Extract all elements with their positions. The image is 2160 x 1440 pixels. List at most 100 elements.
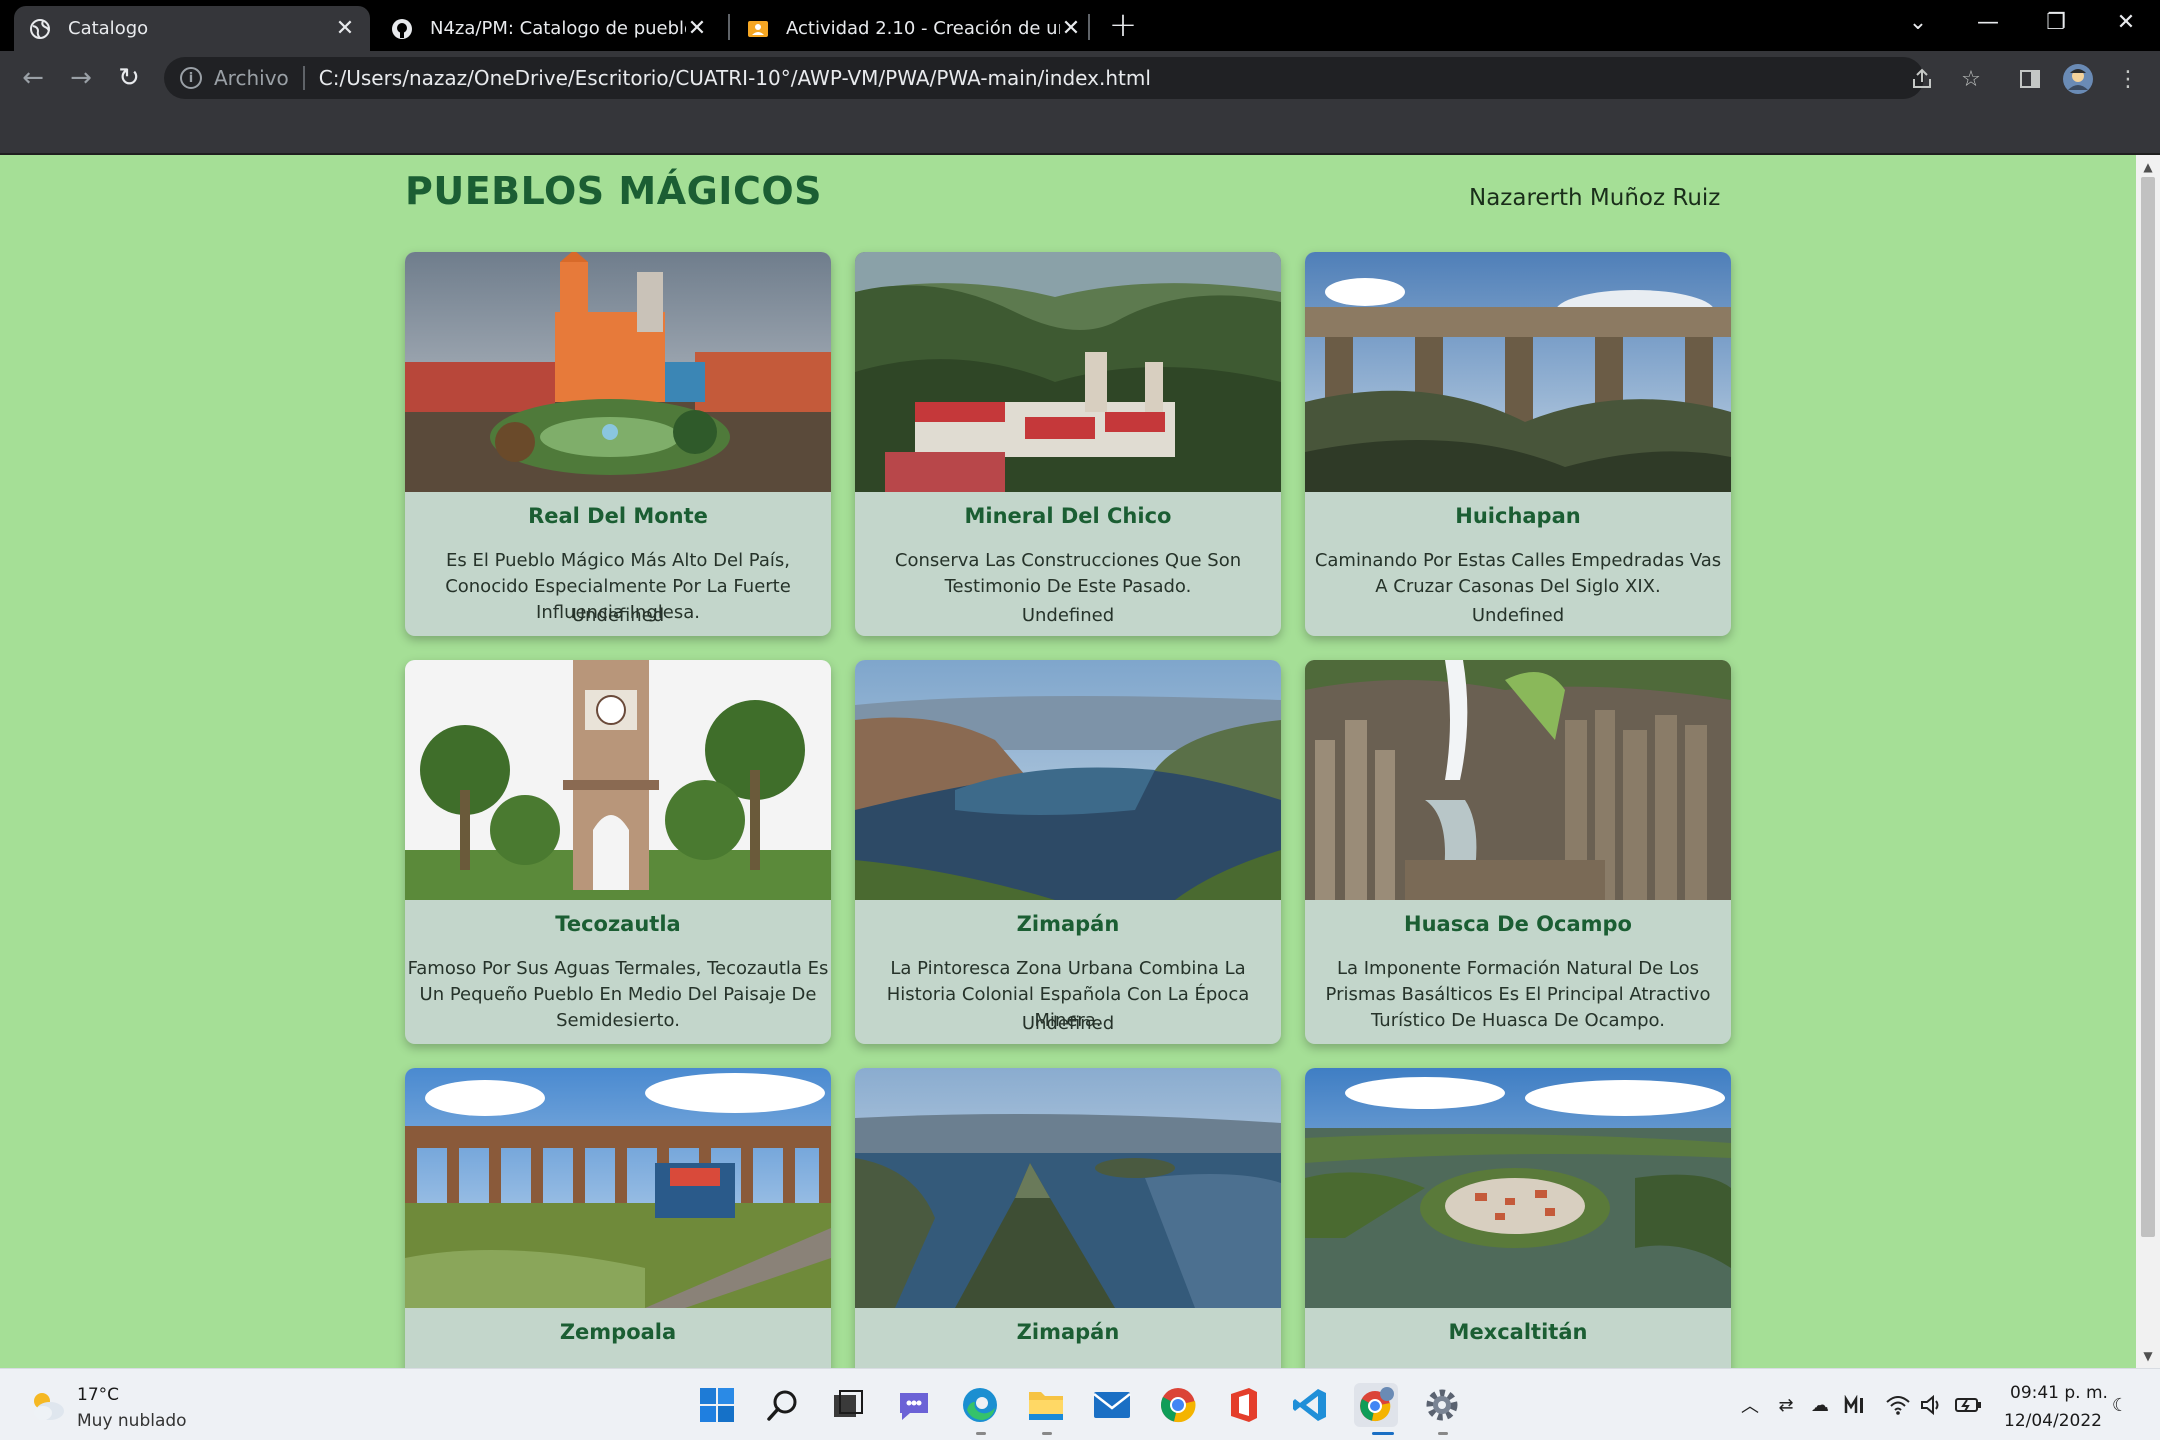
- running-indicator: [1042, 1432, 1052, 1435]
- page-scrollbar[interactable]: ▲ ▼: [2136, 155, 2160, 1368]
- do-not-disturb-moon-icon[interactable]: ☾: [2106, 1391, 2134, 1419]
- pueblo-card[interactable]: Mineral Del Chico Conserva Las Construcc…: [855, 252, 1281, 636]
- address-scheme-label: Archivo: [214, 66, 289, 90]
- running-indicator: [976, 1432, 986, 1435]
- minimize-icon[interactable]: —: [1958, 0, 2018, 44]
- language-bar-icon[interactable]: [1842, 1391, 1870, 1419]
- partly-cloudy-icon[interactable]: [28, 1389, 68, 1423]
- info-icon[interactable]: i: [180, 67, 202, 89]
- reload-icon[interactable]: ↻: [112, 61, 146, 95]
- weather-temperature[interactable]: 17°C: [77, 1385, 119, 1405]
- classroom-icon: [746, 17, 770, 41]
- card-title: Real Del Monte: [528, 504, 708, 528]
- task-view-icon[interactable]: [826, 1383, 870, 1427]
- file-explorer-icon[interactable]: [1024, 1383, 1068, 1427]
- pueblo-card[interactable]: Tecozautla Famoso Por Sus Aguas Termales…: [405, 660, 831, 1044]
- search-icon[interactable]: [761, 1383, 805, 1427]
- onedrive-cloud-icon[interactable]: ☁: [1806, 1391, 1834, 1419]
- close-icon[interactable]: ✕: [1060, 16, 1082, 41]
- clock-time[interactable]: 09:41 p. m.: [2010, 1383, 2108, 1403]
- pueblo-card[interactable]: Mexcaltitán: [1305, 1068, 1731, 1368]
- card-status: Undefined: [571, 605, 665, 626]
- tab-strip: Catalogo ✕ N4za/PM: Catalogo de pueblos …: [0, 0, 2160, 51]
- tab-title: Catalogo: [68, 18, 149, 39]
- tab-github[interactable]: N4za/PM: Catalogo de pueblos m ✕: [376, 6, 722, 51]
- scroll-thumb[interactable]: [2141, 177, 2155, 1237]
- tab-title: Actividad 2.10 - Creación de una: [786, 18, 1060, 39]
- more-menu-icon[interactable]: ⋮: [2112, 63, 2144, 95]
- card-image-zempoala: [405, 1068, 831, 1308]
- card-status: Undefined: [1021, 1013, 1115, 1034]
- settings-gear-icon[interactable]: [1420, 1383, 1464, 1427]
- mail-icon[interactable]: [1090, 1383, 1134, 1427]
- card-title: Zempoala: [559, 1320, 677, 1344]
- clock-date[interactable]: 12/04/2022: [2004, 1411, 2102, 1431]
- github-icon: [390, 17, 414, 41]
- windows-taskbar: 17°C Muy nublado ︿ ⇄ ☁ 09:41 p. m. 12/04…: [0, 1368, 2160, 1440]
- weather-description[interactable]: Muy nublado: [77, 1411, 187, 1431]
- chrome-icon[interactable]: [1156, 1383, 1200, 1427]
- restore-icon[interactable]: ❐: [2026, 0, 2086, 44]
- card-title: Huasca De Ocampo: [1404, 912, 1632, 936]
- card-image-huichapan: [1305, 252, 1731, 492]
- back-arrow-icon[interactable]: ←: [16, 61, 50, 95]
- card-image-zimapan: [855, 660, 1281, 900]
- share-icon[interactable]: [1906, 63, 1938, 95]
- card-image-real-del-monte: [405, 252, 831, 492]
- office-icon[interactable]: [1222, 1383, 1266, 1427]
- pueblo-card[interactable]: Zimapán: [855, 1068, 1281, 1368]
- card-description: Caminando Por Estas Calles Empedradas Va…: [1314, 550, 1722, 597]
- address-url[interactable]: C:/Users/nazaz/OneDrive/Escritorio/CUATR…: [319, 66, 1151, 90]
- vscode-icon[interactable]: [1288, 1383, 1332, 1427]
- tab-search-chevron-icon[interactable]: ⌄: [1888, 0, 1948, 44]
- close-icon[interactable]: ✕: [334, 16, 356, 41]
- battery-charging-icon[interactable]: [1954, 1391, 1982, 1419]
- bookmark-star-icon[interactable]: ☆: [1955, 63, 1987, 95]
- side-panel-icon[interactable]: [2014, 63, 2046, 95]
- pueblo-card[interactable]: Real Del Monte Es El Pueblo Mágico Más A…: [405, 252, 831, 636]
- address-divider: [302, 66, 305, 90]
- card-image-tecozautla: [405, 660, 831, 900]
- card-title: Zimapán: [1016, 1320, 1120, 1344]
- address-bar[interactable]: i Archivo C:/Users/nazaz/OneDrive/Escrit…: [164, 57, 1924, 99]
- scroll-down-icon[interactable]: ▼: [2136, 1346, 2160, 1366]
- running-indicator: [1438, 1432, 1448, 1435]
- windows-start-icon[interactable]: [695, 1383, 739, 1427]
- profile-avatar[interactable]: [2062, 63, 2094, 95]
- wifi-icon[interactable]: [1884, 1391, 1912, 1419]
- close-icon[interactable]: ✕: [686, 16, 708, 41]
- card-status: Undefined: [1471, 605, 1565, 626]
- volume-icon[interactable]: [1918, 1391, 1946, 1419]
- new-tab-button[interactable]: +: [1107, 8, 1139, 42]
- card-image-mineral-del-chico: [855, 252, 1281, 492]
- close-window-icon[interactable]: ✕: [2096, 0, 2156, 44]
- tab-catalogo[interactable]: Catalogo ✕: [14, 6, 370, 51]
- tab-classroom[interactable]: Actividad 2.10 - Creación de una ✕: [732, 6, 1096, 51]
- chrome-profile-icon[interactable]: [1354, 1383, 1398, 1427]
- edge-browser-icon[interactable]: [958, 1383, 1002, 1427]
- scroll-up-icon[interactable]: ▲: [2136, 157, 2160, 177]
- pueblo-card[interactable]: Huichapan Caminando Por Estas Calles Emp…: [1305, 252, 1731, 636]
- tab-title: N4za/PM: Catalogo de pueblos m: [430, 18, 686, 39]
- card-description: La Imponente Formación Natural De Los Pr…: [1325, 958, 1711, 1031]
- active-indicator: [1372, 1432, 1394, 1435]
- network-transfer-icon[interactable]: ⇄: [1772, 1391, 1800, 1419]
- tab-separator: [1088, 14, 1090, 40]
- card-title: Mexcaltitán: [1448, 1320, 1588, 1344]
- card-image-mexcaltitan: [1305, 1068, 1731, 1308]
- chevron-up-icon[interactable]: ︿: [1736, 1391, 1764, 1419]
- page-author: Nazarerth Muñoz Ruiz: [1469, 185, 1721, 211]
- bookmark-bar: [0, 105, 2160, 155]
- card-description: Famoso Por Sus Aguas Termales, Tecozautl…: [407, 958, 829, 1031]
- pueblo-card[interactable]: Zimapán La Pintoresca Zona Urbana Combin…: [855, 660, 1281, 1044]
- page-title: PUEBLOS MÁGICOS: [405, 169, 823, 213]
- card-title: Tecozautla: [555, 912, 681, 936]
- card-title: Mineral Del Chico: [964, 504, 1172, 528]
- card-title: Huichapan: [1455, 504, 1581, 528]
- pueblo-card[interactable]: Zempoala: [405, 1068, 831, 1368]
- forward-arrow-icon[interactable]: →: [64, 61, 98, 95]
- card-description: Conserva Las Construcciones Que Son Test…: [894, 550, 1242, 597]
- globe-icon: [28, 17, 52, 41]
- pueblo-card[interactable]: Huasca De Ocampo La Imponente Formación …: [1305, 660, 1731, 1044]
- teams-chat-icon[interactable]: [892, 1383, 936, 1427]
